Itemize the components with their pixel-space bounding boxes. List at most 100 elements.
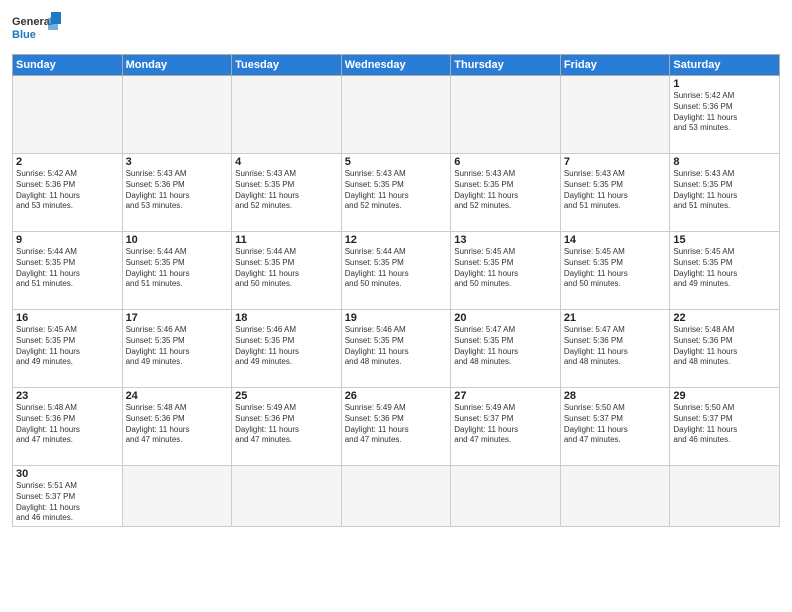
calendar-cell [451,466,561,527]
day-info: Sunrise: 5:43 AM Sunset: 5:36 PM Dayligh… [126,169,229,212]
calendar-cell: 21Sunrise: 5:47 AM Sunset: 5:36 PM Dayli… [560,310,670,388]
day-info: Sunrise: 5:42 AM Sunset: 5:36 PM Dayligh… [16,169,119,212]
calendar-cell: 24Sunrise: 5:48 AM Sunset: 5:36 PM Dayli… [122,388,232,466]
day-info: Sunrise: 5:48 AM Sunset: 5:36 PM Dayligh… [126,403,229,446]
day-info: Sunrise: 5:49 AM Sunset: 5:36 PM Dayligh… [235,403,338,446]
day-number: 27 [454,390,557,402]
day-number: 1 [673,78,776,90]
svg-text:General: General [12,16,53,28]
day-number: 25 [235,390,338,402]
day-info: Sunrise: 5:50 AM Sunset: 5:37 PM Dayligh… [564,403,667,446]
day-number: 24 [126,390,229,402]
calendar-cell [122,76,232,154]
calendar-day-header: Sunday [13,55,123,76]
header: General Blue [12,10,780,48]
calendar-cell: 18Sunrise: 5:46 AM Sunset: 5:35 PM Dayli… [232,310,342,388]
day-info: Sunrise: 5:45 AM Sunset: 5:35 PM Dayligh… [673,247,776,290]
calendar-cell: 10Sunrise: 5:44 AM Sunset: 5:35 PM Dayli… [122,232,232,310]
day-number: 9 [16,234,119,246]
calendar-cell: 29Sunrise: 5:50 AM Sunset: 5:37 PM Dayli… [670,388,780,466]
day-info: Sunrise: 5:50 AM Sunset: 5:37 PM Dayligh… [673,403,776,446]
day-number: 14 [564,234,667,246]
calendar-cell [13,76,123,154]
calendar-day-header: Thursday [451,55,561,76]
day-number: 2 [16,156,119,168]
calendar-cell: 23Sunrise: 5:48 AM Sunset: 5:36 PM Dayli… [13,388,123,466]
calendar-cell: 30Sunrise: 5:51 AM Sunset: 5:37 PM Dayli… [13,466,123,527]
day-number: 18 [235,312,338,324]
day-info: Sunrise: 5:45 AM Sunset: 5:35 PM Dayligh… [454,247,557,290]
day-number: 17 [126,312,229,324]
calendar-cell: 15Sunrise: 5:45 AM Sunset: 5:35 PM Dayli… [670,232,780,310]
calendar-cell: 22Sunrise: 5:48 AM Sunset: 5:36 PM Dayli… [670,310,780,388]
day-info: Sunrise: 5:48 AM Sunset: 5:36 PM Dayligh… [673,325,776,368]
day-info: Sunrise: 5:46 AM Sunset: 5:35 PM Dayligh… [235,325,338,368]
day-number: 16 [16,312,119,324]
calendar-cell: 3Sunrise: 5:43 AM Sunset: 5:36 PM Daylig… [122,154,232,232]
day-number: 3 [126,156,229,168]
day-info: Sunrise: 5:47 AM Sunset: 5:36 PM Dayligh… [564,325,667,368]
day-info: Sunrise: 5:43 AM Sunset: 5:35 PM Dayligh… [345,169,448,212]
day-info: Sunrise: 5:44 AM Sunset: 5:35 PM Dayligh… [345,247,448,290]
calendar-cell: 2Sunrise: 5:42 AM Sunset: 5:36 PM Daylig… [13,154,123,232]
calendar-table: SundayMondayTuesdayWednesdayThursdayFrid… [12,54,780,527]
calendar-cell [232,466,342,527]
calendar-cell [670,466,780,527]
calendar-cell: 19Sunrise: 5:46 AM Sunset: 5:35 PM Dayli… [341,310,451,388]
calendar-day-header: Saturday [670,55,780,76]
day-number: 19 [345,312,448,324]
logo: General Blue [12,10,62,48]
calendar-cell: 7Sunrise: 5:43 AM Sunset: 5:35 PM Daylig… [560,154,670,232]
calendar-cell: 8Sunrise: 5:43 AM Sunset: 5:35 PM Daylig… [670,154,780,232]
day-number: 13 [454,234,557,246]
day-number: 29 [673,390,776,402]
day-info: Sunrise: 5:51 AM Sunset: 5:37 PM Dayligh… [16,481,119,524]
calendar-day-header: Monday [122,55,232,76]
calendar-cell [560,76,670,154]
day-number: 22 [673,312,776,324]
day-info: Sunrise: 5:42 AM Sunset: 5:36 PM Dayligh… [673,91,776,134]
calendar-cell: 6Sunrise: 5:43 AM Sunset: 5:35 PM Daylig… [451,154,561,232]
calendar-cell: 14Sunrise: 5:45 AM Sunset: 5:35 PM Dayli… [560,232,670,310]
calendar-cell: 13Sunrise: 5:45 AM Sunset: 5:35 PM Dayli… [451,232,561,310]
calendar-day-header: Wednesday [341,55,451,76]
day-info: Sunrise: 5:49 AM Sunset: 5:37 PM Dayligh… [454,403,557,446]
calendar-cell: 5Sunrise: 5:43 AM Sunset: 5:35 PM Daylig… [341,154,451,232]
logo-svg: General Blue [12,10,62,48]
day-info: Sunrise: 5:44 AM Sunset: 5:35 PM Dayligh… [16,247,119,290]
calendar-cell: 27Sunrise: 5:49 AM Sunset: 5:37 PM Dayli… [451,388,561,466]
day-info: Sunrise: 5:46 AM Sunset: 5:35 PM Dayligh… [345,325,448,368]
calendar-header-row: SundayMondayTuesdayWednesdayThursdayFrid… [13,55,780,76]
day-info: Sunrise: 5:48 AM Sunset: 5:36 PM Dayligh… [16,403,119,446]
calendar-cell [560,466,670,527]
day-info: Sunrise: 5:45 AM Sunset: 5:35 PM Dayligh… [564,247,667,290]
calendar-cell: 28Sunrise: 5:50 AM Sunset: 5:37 PM Dayli… [560,388,670,466]
calendar-cell: 1Sunrise: 5:42 AM Sunset: 5:36 PM Daylig… [670,76,780,154]
calendar-cell [451,76,561,154]
day-number: 28 [564,390,667,402]
calendar-day-header: Friday [560,55,670,76]
calendar-cell: 11Sunrise: 5:44 AM Sunset: 5:35 PM Dayli… [232,232,342,310]
calendar-cell [341,466,451,527]
day-number: 4 [235,156,338,168]
day-number: 8 [673,156,776,168]
day-info: Sunrise: 5:43 AM Sunset: 5:35 PM Dayligh… [454,169,557,212]
calendar-cell: 17Sunrise: 5:46 AM Sunset: 5:35 PM Dayli… [122,310,232,388]
day-info: Sunrise: 5:44 AM Sunset: 5:35 PM Dayligh… [126,247,229,290]
day-number: 6 [454,156,557,168]
day-number: 12 [345,234,448,246]
day-number: 11 [235,234,338,246]
calendar-day-header: Tuesday [232,55,342,76]
day-number: 21 [564,312,667,324]
day-info: Sunrise: 5:46 AM Sunset: 5:35 PM Dayligh… [126,325,229,368]
day-info: Sunrise: 5:43 AM Sunset: 5:35 PM Dayligh… [673,169,776,212]
day-info: Sunrise: 5:49 AM Sunset: 5:36 PM Dayligh… [345,403,448,446]
calendar-cell: 9Sunrise: 5:44 AM Sunset: 5:35 PM Daylig… [13,232,123,310]
calendar-cell: 12Sunrise: 5:44 AM Sunset: 5:35 PM Dayli… [341,232,451,310]
day-number: 23 [16,390,119,402]
svg-text:Blue: Blue [12,29,36,41]
day-info: Sunrise: 5:43 AM Sunset: 5:35 PM Dayligh… [235,169,338,212]
day-number: 30 [16,468,119,480]
day-number: 20 [454,312,557,324]
day-info: Sunrise: 5:47 AM Sunset: 5:35 PM Dayligh… [454,325,557,368]
